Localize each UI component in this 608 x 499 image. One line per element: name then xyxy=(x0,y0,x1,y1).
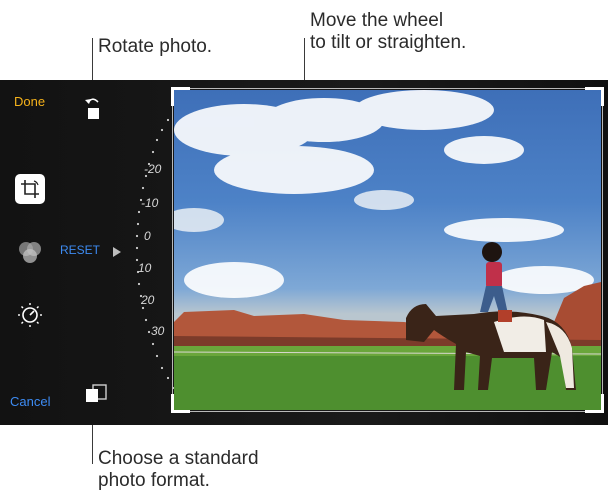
crop-handle-bottom-right[interactable] xyxy=(585,394,604,413)
reset-arrow-icon xyxy=(112,245,122,257)
wheel-tick-label: 30 xyxy=(151,324,165,338)
callout-rotate-photo: Rotate photo. xyxy=(98,36,213,57)
aspect-ratio-icon[interactable] xyxy=(84,384,108,404)
done-button[interactable]: Done xyxy=(14,94,45,109)
wheel-tick-label: 10 xyxy=(138,261,152,275)
crop-icon[interactable] xyxy=(15,174,45,204)
callout-photo-format: Choose a standard photo format. xyxy=(98,448,259,491)
cancel-button[interactable]: Cancel xyxy=(10,394,50,409)
adjust-dial-icon[interactable] xyxy=(17,302,43,328)
crop-handle-top-left[interactable] xyxy=(171,87,190,106)
crop-editor-screen: Done Cancel RESET -20 -10 0 10 20 30 xyxy=(0,80,608,425)
filters-icon[interactable] xyxy=(16,240,44,266)
crop-handle-top-right[interactable] xyxy=(585,87,604,106)
callout-wheel: Move the wheel to tilt or straighten. xyxy=(310,10,467,53)
wheel-tick-label: -20 xyxy=(144,162,162,176)
wheel-tick-label: 0 xyxy=(144,229,151,243)
wheel-tick-label: 20 xyxy=(141,293,155,307)
crop-frame[interactable] xyxy=(171,87,604,413)
wheel-tick-label: -10 xyxy=(141,196,159,210)
rotate-icon[interactable] xyxy=(82,94,104,122)
reset-button[interactable]: RESET xyxy=(60,243,100,257)
crop-handle-bottom-left[interactable] xyxy=(171,394,190,413)
